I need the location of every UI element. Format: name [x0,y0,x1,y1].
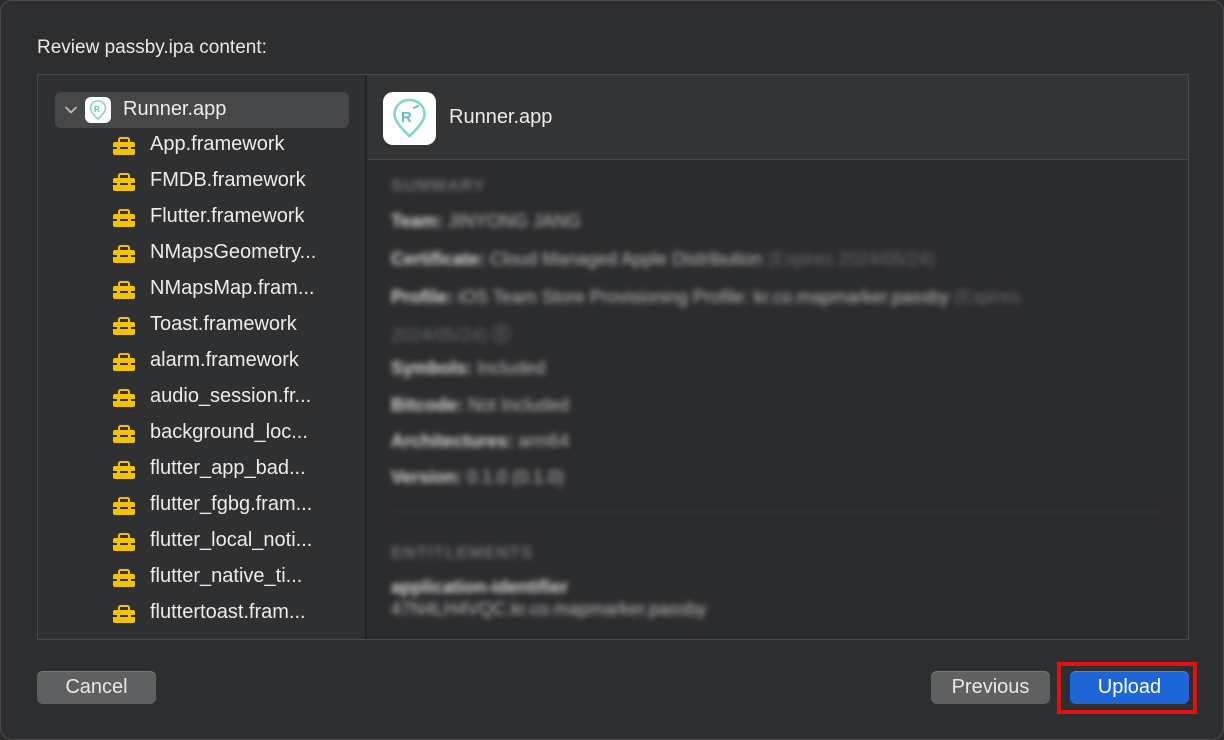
toolbox-icon [113,533,135,551]
tree-item-label: Flutter.framework [150,205,305,227]
profile-expiry-line: 2024/05/24) ⓘ [391,325,511,345]
tree-item-label: FMDB.framework [150,169,306,191]
entitlements-heading: ENTITLEMENTS [391,543,534,562]
tree-item-fmdb-framework[interactable]: FMDB.framework [38,164,365,200]
tree-item-flutter-app-bad[interactable]: flutter_app_bad... [38,452,365,488]
tree-item-label: App.framework [150,133,285,155]
detail-title: Runner.app [449,106,553,128]
upload-highlight-box [1057,662,1197,714]
tree-item-background-loc[interactable]: background_loc... [38,416,365,452]
tree-item-fluttertoast[interactable]: fluttertoast.fram... [38,596,365,632]
symbols-line: Symbols: Included [391,358,546,378]
toolbox-icon [113,497,135,515]
tree-item-audio-session[interactable]: audio_session.fr... [38,380,365,416]
toolbox-icon [113,569,135,587]
bitcode-line: Bitcode: Not Included [391,395,570,415]
app-icon-small: R [85,97,111,123]
app-icon: R [383,92,436,145]
dialog-title: Review passby.ipa content: [37,37,267,58]
team-line: Team: JINYONG JANG [391,211,581,231]
tree-item-nmapsmap[interactable]: NMapsMap.fram... [38,272,365,308]
architectures-line: Architectures: arm64 [391,431,570,451]
tree-item-label: background_loc... [150,421,308,443]
toolbox-icon [113,461,135,479]
detail-header: R Runner.app [367,75,1188,160]
cancel-button[interactable]: Cancel [37,671,156,704]
entitlement-key-line: application-identifier [391,577,569,597]
tree-item-label: flutter_fgbg.fram... [150,493,313,515]
toolbox-icon [113,425,135,443]
tree-item-label: alarm.framework [150,349,299,371]
info-circle-icon: ⓘ [492,325,511,345]
profile-line: Profile: iOS Team Store Provisioning Pro… [391,287,1020,307]
svg-text:R: R [401,109,412,126]
tree-item-app-framework[interactable]: App.framework [38,128,365,164]
toolbox-icon [113,137,135,155]
tree-item-flutter-native-ti[interactable]: flutter_native_ti... [38,560,365,596]
tree-item-label: flutter_local_noti... [150,529,313,551]
tree-item-label: Toast.framework [150,313,297,335]
section-divider [391,511,1167,512]
toolbox-icon [113,209,135,227]
toolbox-icon [113,353,135,371]
chevron-down-icon[interactable] [63,102,79,118]
tree-root-label: Runner.app [123,98,227,120]
tree-item-toast-framework[interactable]: Toast.framework [38,308,365,344]
tree-item-label: flutter_app_bad... [150,457,306,479]
tree-item-flutter-framework[interactable]: Flutter.framework [38,200,365,236]
tree-root-runner-app[interactable]: R Runner.app [55,92,349,128]
toolbox-icon [113,317,135,335]
tree-item-label: NMapsGeometry... [150,241,317,263]
tree-item-nmapsgeometry[interactable]: NMapsGeometry... [38,236,365,272]
tree-item-label: audio_session.fr... [150,385,312,407]
content-frame: R Runner.app App.framework FMDB.framewor… [37,74,1189,640]
toolbox-icon [113,389,135,407]
tree-item-label: NMapsMap.fram... [150,277,315,299]
entitlement-value-line: 47N4LH4VQC.kr.co.mapmarker.passby [391,599,707,619]
tree-item-flutter-fgbg[interactable]: flutter_fgbg.fram... [38,488,365,524]
toolbox-icon [113,605,135,623]
file-tree-sidebar[interactable]: R Runner.app App.framework FMDB.framewor… [38,75,366,639]
certificate-line: Certificate: Cloud Managed Apple Distrib… [391,249,935,269]
tree-item-flutter-local-noti[interactable]: flutter_local_noti... [38,524,365,560]
tree-item-label: fluttertoast.fram... [150,601,306,623]
previous-button[interactable]: Previous [931,671,1050,704]
summary-heading: SUMMARY [391,176,486,195]
detail-pane[interactable]: R Runner.app SUMMARY Team: JINYONG JANG … [367,75,1188,639]
toolbox-icon [113,281,135,299]
review-dialog: Review passby.ipa content: R Runner.app [0,0,1224,740]
version-line: Version: 0.1.0 (0.1.0) [391,467,565,487]
toolbox-icon [113,245,135,263]
tree-item-label: flutter_native_ti... [150,565,303,587]
detail-info-blurred: SUMMARY Team: JINYONG JANG Certificate: … [367,161,1188,639]
toolbox-icon [113,173,135,191]
svg-text:R: R [94,105,100,114]
framework-list: App.framework FMDB.framework Flutter.fra… [38,128,365,632]
tree-item-alarm-framework[interactable]: alarm.framework [38,344,365,380]
